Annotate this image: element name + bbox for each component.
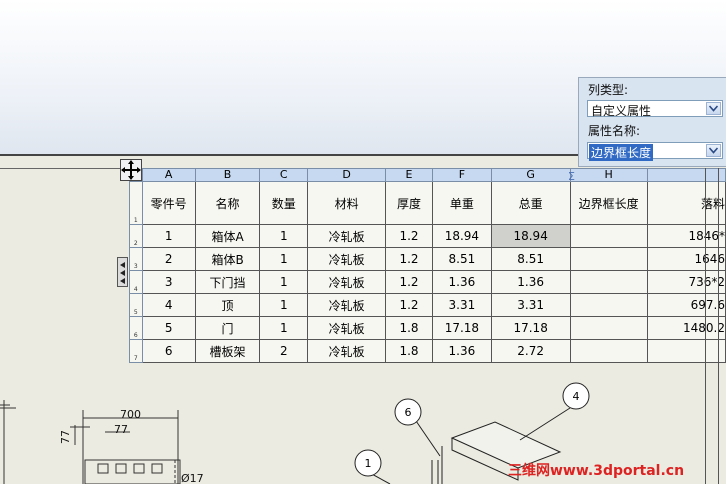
- table-cell[interactable]: 箱体B: [194, 247, 261, 271]
- table-cell[interactable]: [569, 224, 648, 248]
- table-cell[interactable]: 2: [141, 247, 196, 271]
- table-cell[interactable]: 4: [141, 293, 196, 317]
- column-letter[interactable]: B: [194, 168, 261, 182]
- table-cell[interactable]: 17.18: [490, 316, 571, 340]
- table-cell[interactable]: 17.18: [431, 316, 492, 340]
- watermark: 三维网www.3dportal.cn: [508, 463, 685, 479]
- svg-text:4: 4: [573, 390, 580, 403]
- dimension-text: 700: [120, 408, 141, 421]
- table-cell[interactable]: 3: [141, 270, 196, 294]
- table-row: 5 4 顶 1 冷轧板 1.2 3.31 3.31 697.6: [129, 293, 726, 317]
- table-cell[interactable]: 冷轧板: [307, 270, 387, 294]
- header-cell[interactable]: 零件号: [141, 181, 196, 225]
- balloon-6: 6: [394, 398, 422, 426]
- table-cell[interactable]: 1.8: [385, 316, 433, 340]
- table-move-handle[interactable]: [120, 159, 142, 181]
- arrows-left-icon: [120, 262, 125, 284]
- front-view: [0, 400, 181, 484]
- table-cell[interactable]: 8.51: [431, 247, 492, 271]
- bom-table-container: A B C D E F G H 1 零件号 名称 数量 材料 厚度 单重 总重 …: [129, 168, 726, 363]
- table-cell[interactable]: 冷轧板: [307, 247, 387, 271]
- table-cell[interactable]: [569, 270, 648, 294]
- dimension-text: Ø17: [181, 472, 204, 484]
- column-type-label: 列类型:: [588, 83, 629, 97]
- table-cell[interactable]: 箱体A: [194, 224, 261, 248]
- dimension-text: 77: [114, 423, 128, 436]
- table-cell[interactable]: 1: [259, 224, 309, 248]
- column-letter[interactable]: H: [569, 168, 648, 182]
- header-cell[interactable]: 厚度: [385, 181, 433, 225]
- table-cell[interactable]: 1: [259, 293, 309, 317]
- table-cell[interactable]: 3.31: [431, 293, 492, 317]
- table-row: 6 5 门 1 冷轧板 1.8 17.18 17.18 1480.2: [129, 316, 726, 340]
- row-number[interactable]: 6: [129, 316, 143, 340]
- svg-text:6: 6: [405, 406, 412, 419]
- table-cell[interactable]: 1: [141, 224, 196, 248]
- column-type-dropdown[interactable]: 自定义属性: [587, 100, 723, 118]
- column-type-value: 自定义属性: [591, 104, 652, 118]
- header-cell[interactable]: 数量: [259, 181, 309, 225]
- table-cell[interactable]: 3.31: [490, 293, 571, 317]
- table-cell[interactable]: 1.2: [385, 270, 433, 294]
- table-cell[interactable]: 1.2: [385, 293, 433, 317]
- column-property-panel: 列类型: 自定义属性 属性名称: 边界框长度: [578, 77, 726, 167]
- row-number[interactable]: 1: [129, 181, 143, 225]
- table-cell[interactable]: 冷轧板: [307, 224, 387, 248]
- table-cell[interactable]: 1.36: [431, 270, 492, 294]
- header-cell[interactable]: 材料: [307, 181, 387, 225]
- table-cell-selected[interactable]: 18.94: [490, 224, 571, 248]
- header-cell[interactable]: 边界框长度: [569, 181, 648, 225]
- column-letter[interactable]: F: [431, 168, 492, 182]
- table-cell[interactable]: 冷轧板: [307, 316, 387, 340]
- table-cell[interactable]: 1: [259, 247, 309, 271]
- dimension-text: 77: [59, 430, 72, 444]
- row-number[interactable]: 4: [129, 270, 143, 294]
- move-cross-icon: [121, 160, 141, 180]
- property-name-label: 属性名称:: [588, 124, 641, 138]
- column-letter[interactable]: G: [490, 168, 571, 182]
- column-letter-row: A B C D E F G H: [129, 168, 726, 182]
- row-number[interactable]: 5: [129, 293, 143, 317]
- column-letter[interactable]: A: [141, 168, 196, 182]
- property-name-value: 边界框长度: [589, 144, 654, 161]
- table-cell[interactable]: 1: [259, 316, 309, 340]
- header-cell[interactable]: 单重: [431, 181, 492, 225]
- table-cell[interactable]: 1.2: [385, 247, 433, 271]
- row-resize-handle[interactable]: [117, 257, 128, 287]
- table-cell[interactable]: 顶: [194, 293, 261, 317]
- table-cell[interactable]: 5: [141, 316, 196, 340]
- table-cell[interactable]: 8.51: [490, 247, 571, 271]
- bom-table: A B C D E F G H 1 零件号 名称 数量 材料 厚度 单重 总重 …: [129, 168, 726, 363]
- header-cell[interactable]: 名称: [194, 181, 261, 225]
- column-letter[interactable]: E: [385, 168, 433, 182]
- chevron-down-icon[interactable]: [706, 144, 721, 157]
- table-cell[interactable]: [569, 293, 648, 317]
- table-header-row: 1 零件号 名称 数量 材料 厚度 单重 总重 边界框长度 落料: [129, 181, 726, 225]
- table-cell[interactable]: 1.36: [490, 270, 571, 294]
- row-number[interactable]: 2: [129, 224, 143, 248]
- table-cell[interactable]: [569, 316, 648, 340]
- column-letter[interactable]: C: [259, 168, 309, 182]
- table-row: 3 2 箱体B 1 冷轧板 1.2 8.51 8.51 1646: [129, 247, 726, 271]
- table-cell[interactable]: 18.94: [431, 224, 492, 248]
- table-cell[interactable]: 1: [259, 270, 309, 294]
- table-cell[interactable]: [569, 247, 648, 271]
- table-cell[interactable]: 1.2: [385, 224, 433, 248]
- table-cell[interactable]: 冷轧板: [307, 293, 387, 317]
- header-cell[interactable]: 总重: [490, 181, 571, 225]
- svg-text:1: 1: [365, 457, 372, 470]
- sigma-icon: Σ: [568, 170, 575, 183]
- row-number[interactable]: 3: [129, 247, 143, 271]
- table-cell[interactable]: 下门挡: [194, 270, 261, 294]
- table-row: 2 1 箱体A 1 冷轧板 1.2 18.94 18.94 1846*: [129, 224, 726, 248]
- balloon-1: 1: [354, 449, 382, 477]
- chevron-down-icon[interactable]: [706, 102, 721, 115]
- table-cell[interactable]: 门: [194, 316, 261, 340]
- balloon-4: 4: [562, 382, 590, 410]
- property-name-dropdown[interactable]: 边界框长度: [587, 142, 723, 161]
- column-letter[interactable]: D: [307, 168, 387, 182]
- table-row: 4 3 下门挡 1 冷轧板 1.2 1.36 1.36 736*2: [129, 270, 726, 294]
